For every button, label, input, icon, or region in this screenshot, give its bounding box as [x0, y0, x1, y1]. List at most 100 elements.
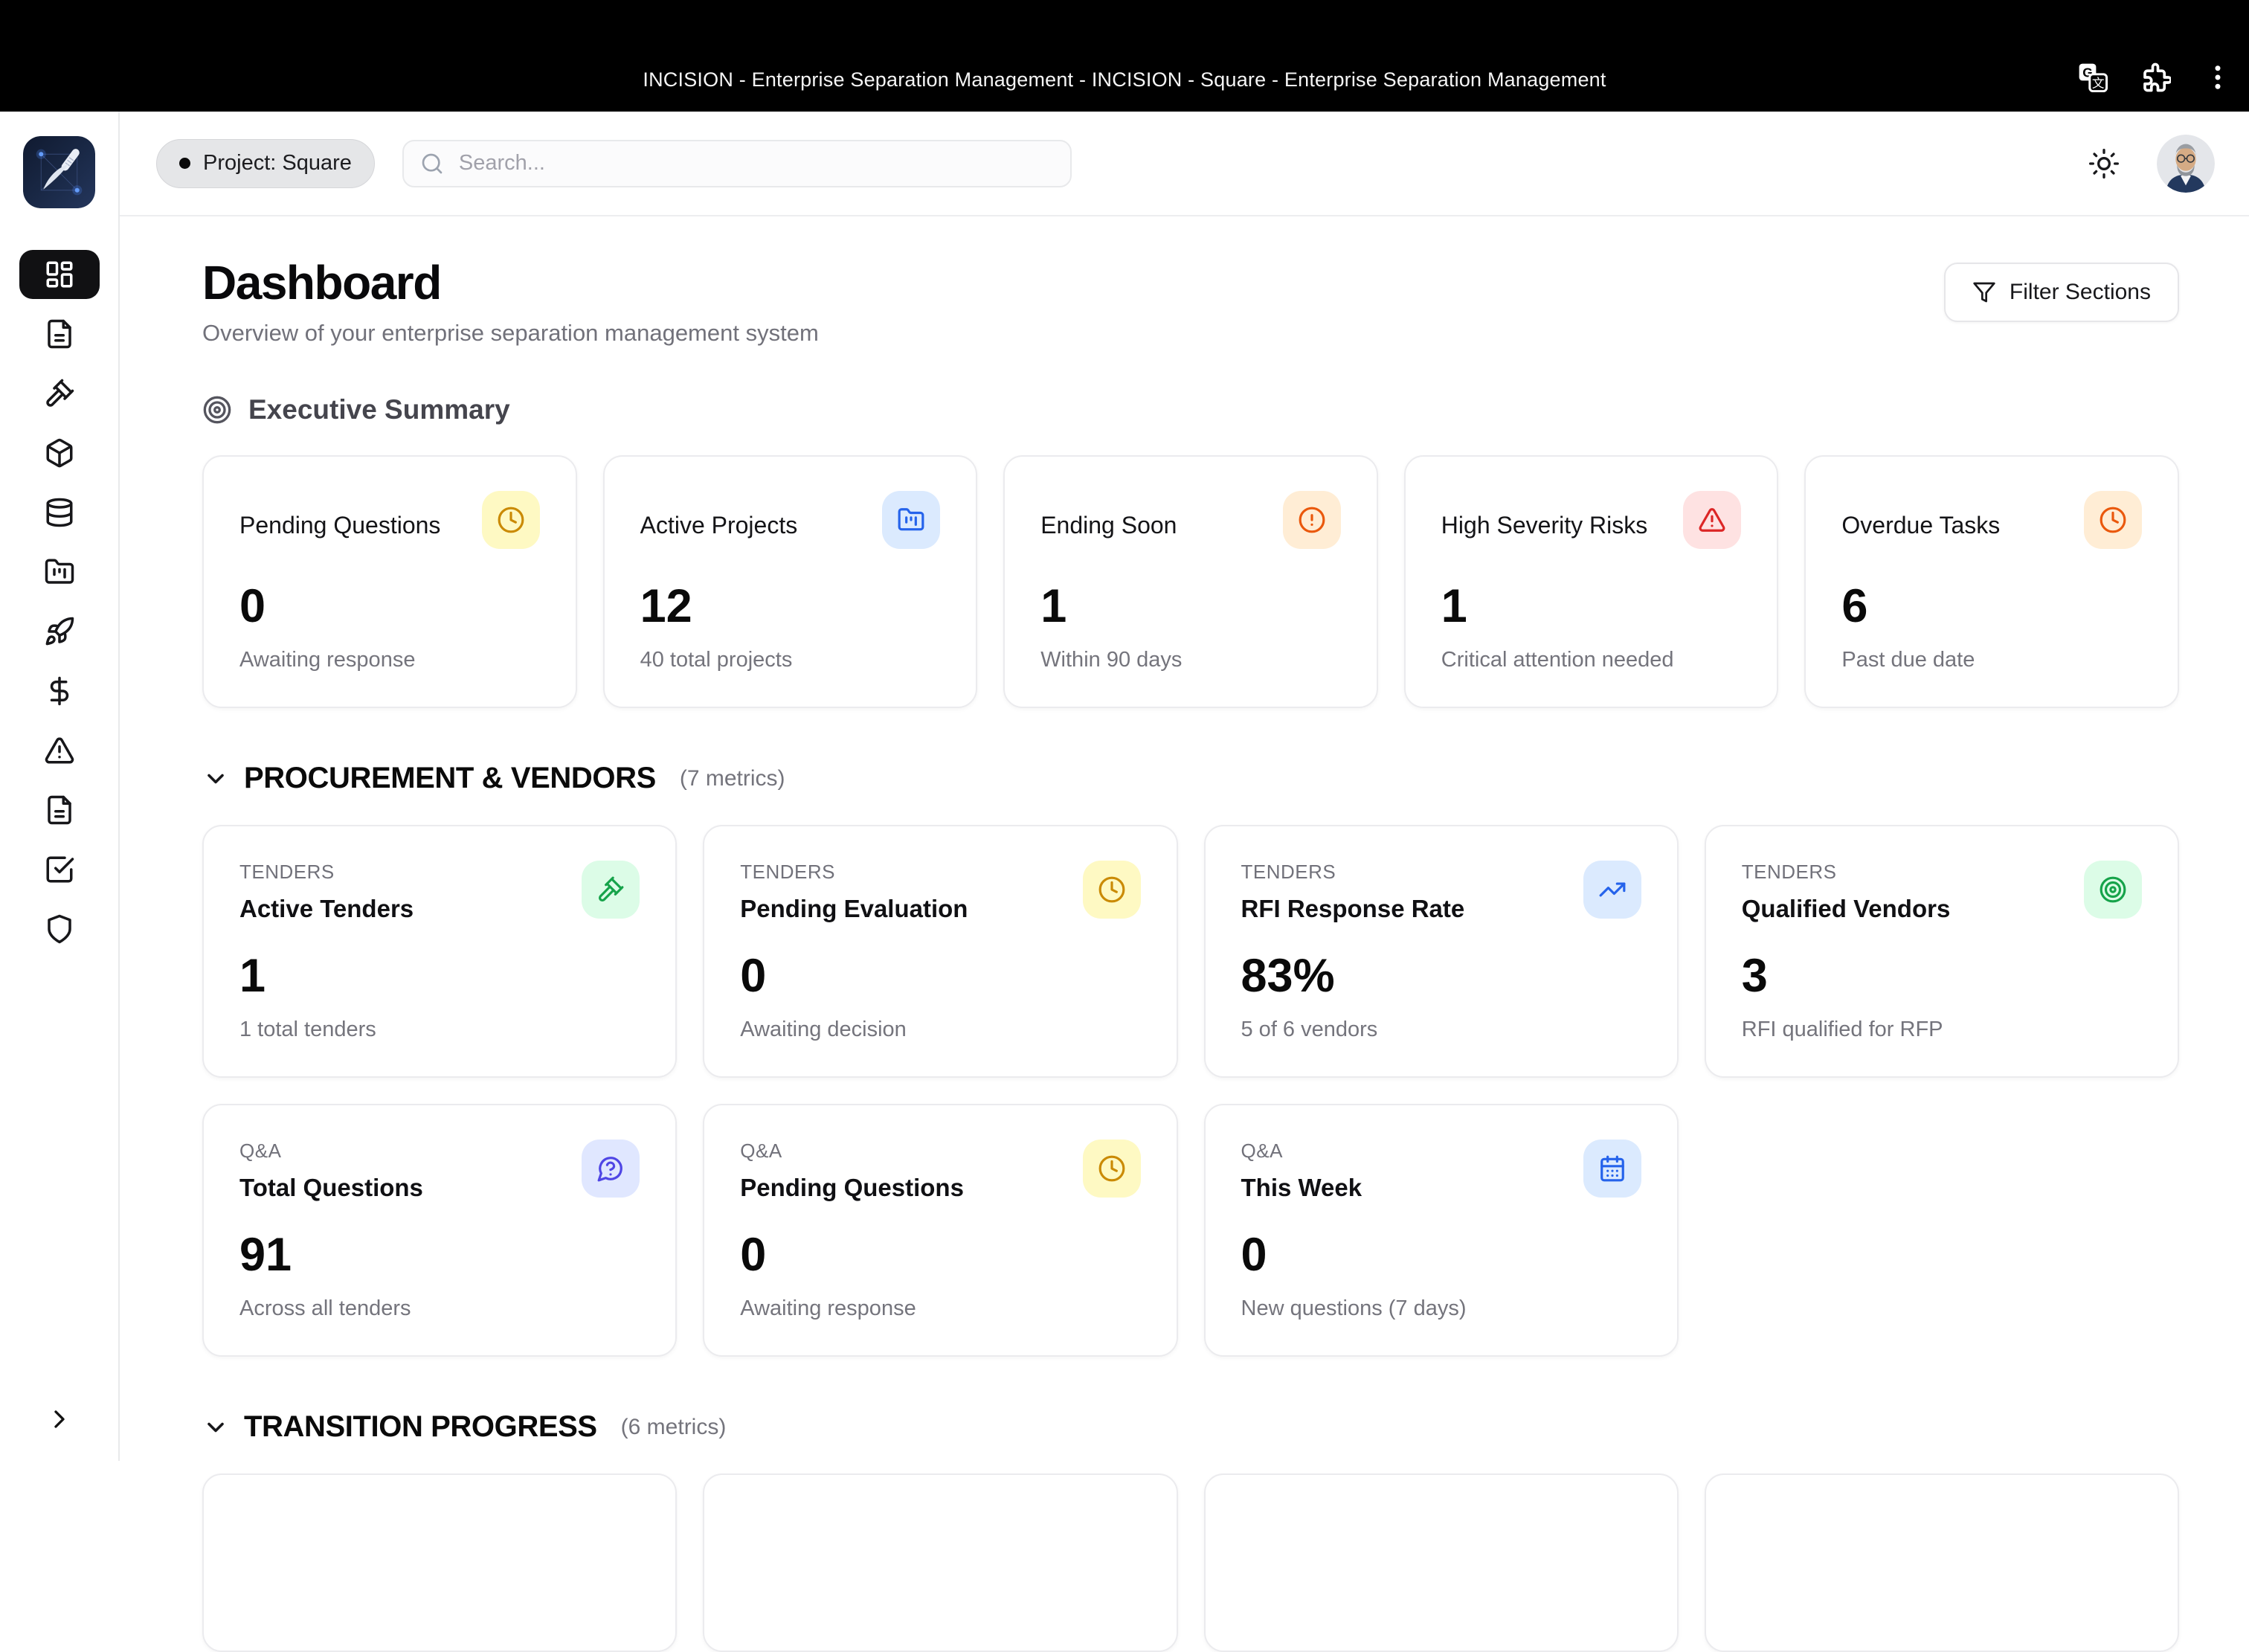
summary-card-active-projects[interactable]: Active Projects 12 40 total projects — [602, 455, 978, 709]
clock-icon — [498, 507, 524, 533]
alert-triangle-icon — [45, 737, 74, 764]
rocket-icon — [45, 617, 74, 646]
metric-card-qualified-vendors[interactable]: TENDERS Qualified Vendors 3 RFI qualified f… — [1704, 825, 2179, 1079]
metric-card-this-week[interactable]: Q&A This Week 0 New questions (7 days) — [1203, 1104, 1679, 1357]
metric-card-pending-evaluation[interactable]: TENDERS Pending Evaluation 0 Awaiting decis… — [703, 825, 1178, 1079]
metric-card-pending-questions[interactable]: Q&A Pending Questions 0 Awaiting response — [703, 1104, 1178, 1357]
search-input[interactable] — [457, 150, 1054, 176]
procurement-section-note: (7 metrics) — [679, 765, 785, 791]
sidebar-item-launch[interactable] — [19, 607, 100, 656]
target-icon — [2100, 876, 2126, 903]
summary-card-ending-soon[interactable]: Ending Soon 1 Within 90 days — [1003, 455, 1378, 709]
card-group-label: TENDERS — [1741, 861, 1837, 884]
metric-card-stub[interactable] — [703, 1473, 1178, 1652]
card-top: Pending Questions — [239, 491, 540, 550]
metric-card-total-questions[interactable]: Q&A Total Questions 91 Across all tenders — [202, 1104, 678, 1357]
extensions-icon[interactable] — [2139, 61, 2172, 94]
transition-section-title: TRANSITION PROGRESS — [244, 1410, 597, 1444]
card-top: Q&A This Week — [1241, 1140, 1641, 1202]
incision-logo[interactable] — [23, 136, 95, 208]
card-group-label: TENDERS — [1241, 861, 1336, 884]
metric-card-rfi-response-rate[interactable]: TENDERS RFI Response Rate 83% 5 of 6 vendor… — [1203, 825, 1679, 1079]
card-icon-badge — [1282, 491, 1341, 550]
card-group-label: Q&A — [239, 1140, 282, 1163]
page-header: Dashboard Overview of your enterprise se… — [202, 257, 2179, 347]
clock-icon — [2100, 507, 2126, 533]
search-bar[interactable] — [402, 139, 1072, 187]
app-frame: Project: Square Search... Dashboard Over… — [0, 112, 2249, 1652]
summary-card-pending-questions[interactable]: Pending Questions 0 Awaiting response — [202, 455, 577, 709]
shield-icon — [47, 914, 71, 944]
card-caption: Awaiting response — [239, 648, 416, 672]
sidebar-item-dashboard[interactable] — [19, 250, 100, 299]
card-caption: Within 90 days — [1040, 648, 1183, 672]
card-top: TENDERS Qualified Vendors — [1742, 861, 2142, 923]
translate-icon[interactable]: G 文 — [2076, 61, 2109, 94]
topbar: Project: Square — [120, 112, 2249, 216]
browser-actions: G 文 — [2076, 61, 2234, 94]
card-group-label: Q&A — [1241, 1140, 1283, 1163]
card-caption: Across all tenders — [239, 1296, 411, 1321]
sidebar-expand-button[interactable] — [37, 1397, 82, 1442]
filter-sections-button[interactable]: Filter Sections — [1943, 263, 2179, 322]
sidebar-item-projects[interactable] — [19, 547, 100, 597]
summary-card-overdue-tasks[interactable]: Overdue Tasks 6 Past due date — [1804, 455, 2179, 709]
user-avatar[interactable] — [2157, 134, 2215, 193]
executive-summary-header: Executive Summary — [202, 394, 2179, 425]
sidebar-item-risks[interactable] — [19, 726, 100, 775]
card-top: Ending Soon — [1040, 491, 1341, 550]
card-icon-badge — [481, 491, 540, 550]
card-icon-badge — [1583, 1140, 1641, 1198]
sidebar-item-packages[interactable] — [19, 428, 100, 478]
metric-card-stub[interactable] — [202, 1473, 678, 1652]
sidebar-item-tenders[interactable] — [19, 369, 100, 418]
project-chip[interactable]: Project: Square — [156, 138, 375, 188]
card-title: Total Questions — [239, 1174, 423, 1202]
gavel-icon — [599, 876, 624, 902]
card-icon-badge — [1082, 1140, 1141, 1198]
card-value: 3 — [1741, 950, 1768, 1003]
sidebar-item-finance[interactable] — [19, 666, 100, 716]
card-icon-badge — [882, 491, 941, 550]
sidebar-nav — [19, 250, 100, 954]
metric-card-active-tenders[interactable]: TENDERS Active Tenders 1 1 total tenders — [202, 825, 678, 1079]
topbar-right — [2084, 134, 2215, 193]
dollar-sign-icon — [50, 676, 68, 706]
theme-toggle-sun-icon[interactable] — [2084, 144, 2124, 184]
transition-section-note: (6 metrics) — [620, 1414, 727, 1439]
card-title: High Severity Risks — [1441, 512, 1648, 539]
check-square-icon — [46, 856, 74, 883]
sidebar-item-documents[interactable] — [19, 309, 100, 359]
browser-menu-icon[interactable] — [2201, 61, 2234, 94]
chevron-down-icon[interactable] — [202, 1414, 229, 1441]
sidebar-item-reports[interactable] — [19, 785, 100, 835]
sidebar-item-data[interactable] — [19, 488, 100, 537]
card-value: 0 — [740, 950, 767, 1003]
card-caption: 1 total tenders — [239, 1018, 376, 1042]
card-title: RFI Response Rate — [1241, 895, 1465, 923]
card-title: Overdue Tasks — [1841, 512, 2001, 539]
card-caption: 5 of 6 vendors — [1241, 1018, 1378, 1042]
chevron-down-icon[interactable] — [202, 765, 229, 792]
card-title: Qualified Vendors — [1741, 895, 1951, 923]
metric-card-stub[interactable] — [1203, 1473, 1679, 1652]
card-value: 1 — [1040, 580, 1067, 633]
sidebar-item-security[interactable] — [19, 904, 100, 954]
summary-card-high-severity-risks[interactable]: High Severity Risks 1 Critical attention n… — [1403, 455, 1779, 709]
card-title: Pending Evaluation — [740, 895, 968, 923]
filter-icon — [1973, 282, 1995, 303]
dashboard-content: Dashboard Overview of your enterprise se… — [120, 216, 2249, 1652]
page-subtitle: Overview of your enterprise separation m… — [202, 320, 819, 347]
trending-up-icon — [1599, 882, 1626, 897]
browser-titlebar: INCISION - Enterprise Separation Managem… — [0, 0, 2249, 112]
metric-card-stub[interactable] — [1704, 1473, 2179, 1652]
project-status-dot — [179, 158, 190, 169]
card-group-label: TENDERS — [740, 861, 835, 884]
sidebar-item-tasks[interactable] — [19, 845, 100, 894]
card-icon-badge — [2084, 491, 2142, 550]
search-icon — [422, 153, 443, 173]
clock-icon — [1098, 876, 1124, 903]
card-value: 0 — [1241, 1229, 1267, 1282]
card-caption: Critical attention needed — [1441, 648, 1674, 672]
main-area: Project: Square Search... Dashboard Over… — [120, 112, 2249, 1652]
